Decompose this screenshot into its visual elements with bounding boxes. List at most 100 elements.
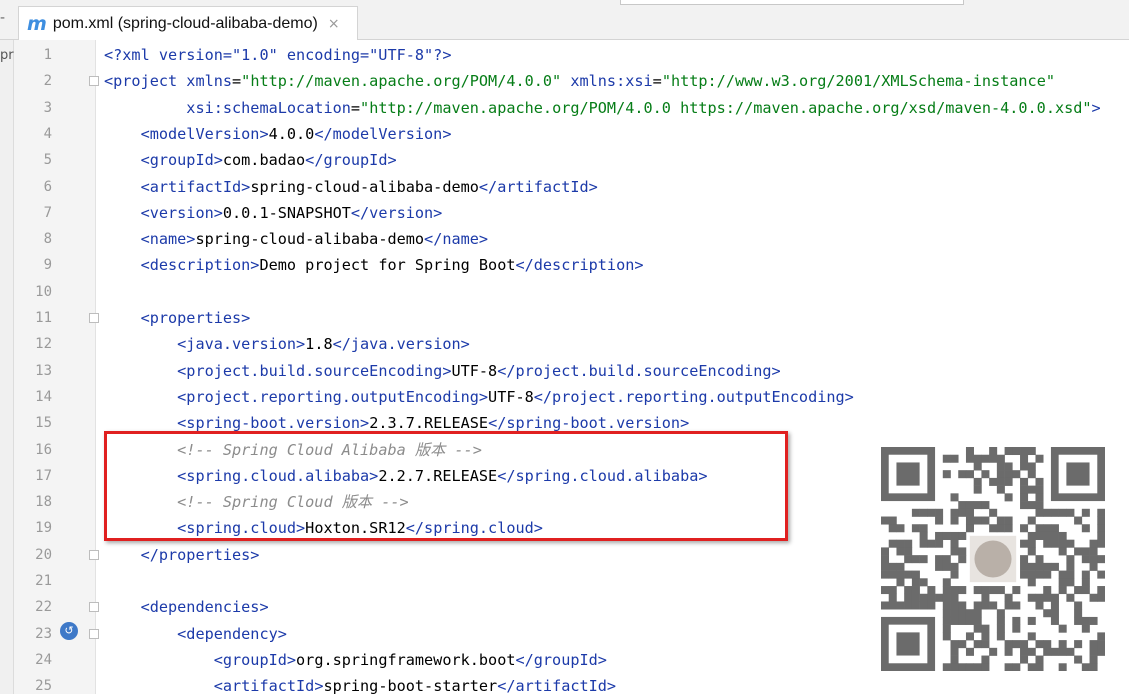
code-token: com.badao: [222, 151, 306, 170]
code-token: Demo project for Spring Boot: [259, 256, 516, 275]
code-token: xmlns: [186, 72, 233, 91]
line-number: 13: [35, 362, 52, 379]
line-number: 24: [35, 651, 52, 668]
code-token: "http://www.w3.org/2001/XMLSchema-instan…: [661, 72, 1055, 91]
line-number: 23: [35, 625, 52, 642]
code-line[interactable]: <java.version>1.8</java.version>: [104, 335, 470, 353]
code-line[interactable]: <modelVersion>4.0.0</modelVersion>: [104, 124, 452, 143]
project-panel-label: pr: [0, 48, 14, 63]
code-token: </artifactId>: [478, 177, 598, 196]
code-token: 2.3.7.RELEASE: [369, 414, 489, 433]
code-token: <project.reporting.outputEncoding>: [177, 387, 489, 406]
fold-marker-icon[interactable]: [89, 549, 99, 560]
code-line[interactable]: <groupId>org.springframework.boot</group…: [104, 651, 607, 669]
code-line[interactable]: <artifactId>spring-cloud-alibaba-demo</a…: [104, 178, 598, 196]
line-number: 15: [35, 415, 52, 432]
fold-marker-icon[interactable]: [89, 313, 99, 323]
code-line[interactable]: <project.build.sourceEncoding>UTF-8</pro…: [104, 361, 780, 380]
search-field-edge[interactable]: [620, 0, 964, 5]
project-panel-strip[interactable]: [0, 40, 14, 694]
collapse-panel-toggle[interactable]: -: [0, 10, 12, 26]
code-line[interactable]: <spring-boot.version>2.3.7.RELEASE</spri…: [104, 414, 689, 432]
code-token: </name>: [424, 230, 489, 249]
line-number: 5: [43, 152, 52, 169]
highlight-annotation-box: [104, 431, 788, 541]
qr-code-graphic: [881, 447, 1105, 671]
fold-marker-icon[interactable]: [89, 76, 99, 87]
line-number: 21: [35, 573, 52, 589]
maven-run-icon[interactable]: ↺: [60, 622, 78, 640]
fold-marker-icon[interactable]: [89, 628, 99, 639]
code-token: <spring-boot.version>: [177, 414, 370, 433]
line-number: 25: [35, 678, 52, 695]
code-token: <artifactId>: [213, 677, 324, 695]
tab-pom-xml[interactable]: m pom.xml (spring-cloud-alibaba-demo) ×: [18, 6, 358, 41]
code-token: spring-cloud-alibaba-demo: [195, 230, 425, 249]
code-line[interactable]: <artifactId>spring-boot-starter</artifac…: [104, 677, 616, 695]
code-line[interactable]: xsi:schemaLocation="http://maven.apache.…: [104, 98, 1100, 117]
code-line[interactable]: <properties>: [104, 309, 251, 327]
code-token: <java.version>: [177, 335, 306, 354]
code-line[interactable]: <project.reporting.outputEncoding>UTF-8<…: [104, 388, 854, 406]
code-token: 4.0.0: [268, 124, 315, 143]
code-token: xmlns:xsi: [570, 72, 653, 91]
code-line[interactable]: <dependencies>: [104, 598, 269, 616]
code-token: <name>: [140, 230, 196, 249]
line-number: 7: [43, 204, 52, 221]
code-token: </java.version>: [332, 335, 470, 354]
line-number: 12: [35, 336, 52, 353]
code-token: UTF-8: [488, 387, 534, 406]
code-line[interactable]: <version>0.0.1-SNAPSHOT</version>: [104, 203, 443, 222]
code-line[interactable]: <name>spring-cloud-alibaba-demo</name>: [104, 230, 488, 248]
code-token: <properties>: [140, 309, 251, 327]
line-number: 3: [43, 99, 52, 116]
line-number: 10: [35, 283, 52, 300]
line-number: 2: [43, 73, 52, 90]
tab-label: pom.xml (spring-cloud-alibaba-demo): [52, 14, 318, 32]
close-icon[interactable]: ×: [328, 16, 340, 32]
editor-tab-bar: - m pom.xml (spring-cloud-alibaba-demo) …: [0, 0, 1129, 41]
code-token: spring-boot-starter: [323, 677, 498, 695]
code-token: 0.0.1-SNAPSHOT: [222, 203, 351, 222]
line-number: 18: [35, 494, 52, 511]
line-number: 19: [35, 520, 52, 537]
code-line[interactable]: <groupId>com.badao</groupId>: [104, 151, 397, 169]
code-line[interactable]: </properties>: [104, 546, 260, 564]
code-token: 1.8: [305, 335, 333, 354]
line-number: 22: [35, 599, 52, 616]
fold-marker-icon[interactable]: [89, 602, 99, 613]
code-token: UTF-8: [451, 361, 498, 380]
code-token: xsi:schemaLocation: [186, 98, 351, 117]
code-line[interactable]: <description>Demo project for Spring Boo…: [104, 256, 644, 274]
code-token: <project.build.sourceEncoding>: [177, 361, 452, 380]
code-line[interactable]: <?xml version="1.0" encoding="UTF-8"?>: [104, 46, 451, 64]
line-number: 14: [35, 388, 52, 405]
code-token: </version>: [350, 203, 443, 222]
code-token: </groupId>: [515, 650, 607, 669]
code-token: =: [232, 72, 242, 91]
code-token: "http://maven.apache.org/POM/4.0.0": [241, 72, 562, 91]
code-token: </modelVersion>: [314, 124, 452, 143]
line-number: 11: [35, 310, 52, 326]
code-token: </artifactId>: [497, 677, 617, 695]
code-line[interactable]: <dependency>: [104, 625, 287, 643]
line-number: 1: [43, 47, 52, 63]
line-number: 9: [43, 257, 52, 274]
code-line[interactable]: <project xmlns="http://maven.apache.org/…: [104, 72, 1055, 90]
